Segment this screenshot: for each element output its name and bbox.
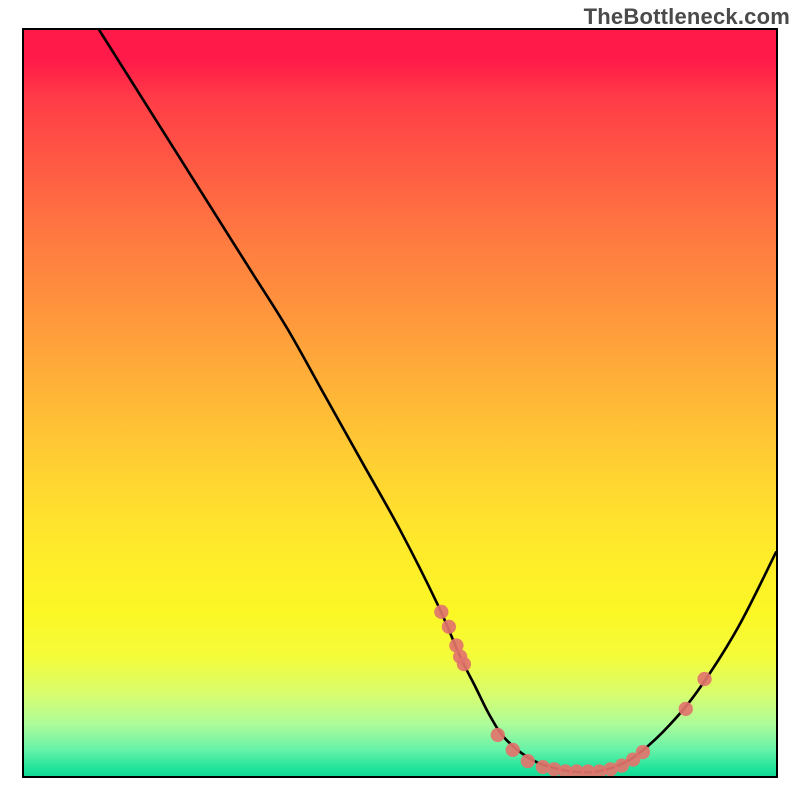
data-point [679,702,693,716]
bottleneck-curve [99,30,776,772]
data-point [457,657,471,671]
chart-svg [24,30,776,776]
data-point [491,728,505,742]
chart-frame: TheBottleneck.com [0,0,800,800]
data-point [506,743,520,757]
watermark-text: TheBottleneck.com [584,4,790,30]
data-point [521,754,535,768]
data-point [434,605,448,619]
data-point [636,745,650,759]
data-point [442,620,456,634]
plot-area [22,28,778,778]
data-point [697,672,711,686]
